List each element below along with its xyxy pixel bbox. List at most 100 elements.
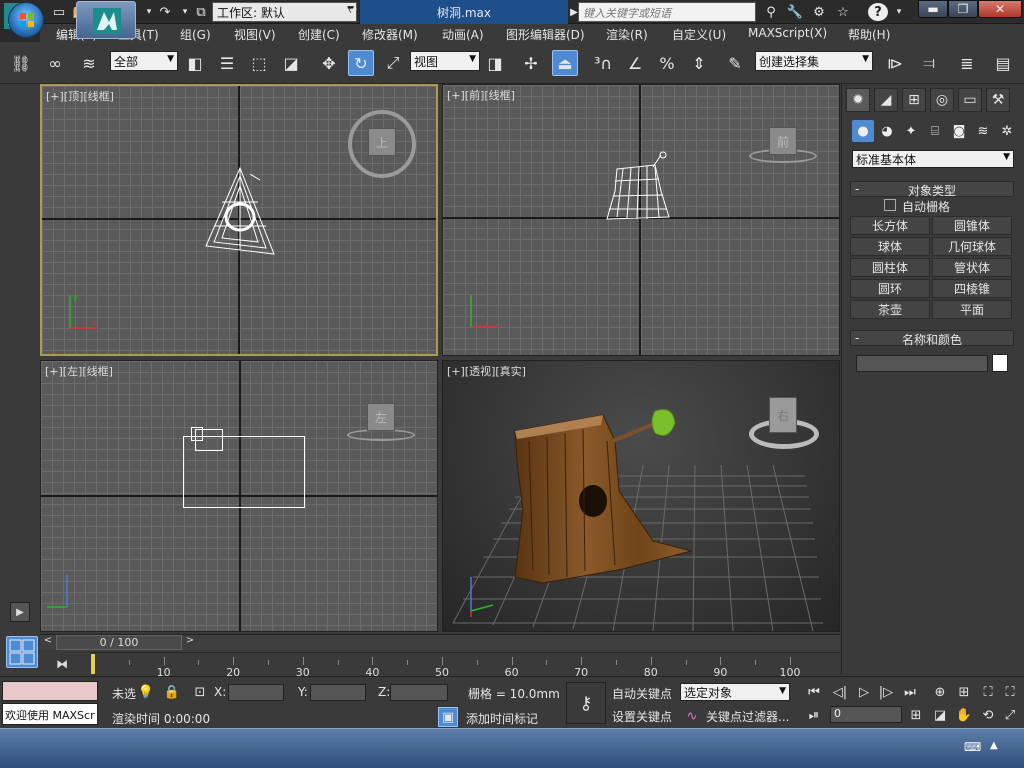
plane-button[interactable]: 平面 bbox=[932, 300, 1012, 319]
play-icon[interactable]: ▷ bbox=[854, 682, 874, 702]
field-of-view-icon[interactable]: ◪ bbox=[930, 705, 950, 725]
zoom-extents-icon[interactable]: ⛶ bbox=[978, 682, 998, 702]
viewport-label[interactable]: [+][前][线框] bbox=[447, 87, 515, 103]
autogrid-checkbox[interactable] bbox=[884, 199, 896, 211]
sphere-button[interactable]: 球体 bbox=[850, 237, 930, 256]
tab-utilities[interactable]: ⚒ bbox=[986, 88, 1010, 112]
menu-graph-editors[interactable]: 图形编辑器(D) bbox=[506, 26, 585, 43]
close-button[interactable]: ✕ bbox=[978, 0, 1022, 18]
viewcube[interactable]: 上 bbox=[368, 128, 396, 156]
menu-modifiers[interactable]: 修改器(M) bbox=[362, 26, 418, 43]
selection-lock-icon[interactable]: 🔒 bbox=[162, 682, 182, 702]
key-mode-toggle-icon[interactable]: ⏯ bbox=[804, 705, 824, 725]
primitive-type-select[interactable]: 标准基本体 ▼ bbox=[852, 150, 1014, 168]
tube-button[interactable]: 管状体 bbox=[932, 258, 1012, 277]
unlink-icon[interactable]: ∞ bbox=[42, 50, 68, 76]
keyboard-icon[interactable]: ⌨ bbox=[964, 740, 982, 754]
viewport-layout-icon[interactable] bbox=[6, 636, 38, 668]
mini-curve-editor-icon[interactable]: ⧓ bbox=[50, 654, 74, 674]
zoom-icon[interactable]: ⊕ bbox=[930, 682, 950, 702]
previous-frame-icon[interactable]: ◁| bbox=[830, 682, 850, 702]
snaps-toggle-icon[interactable]: ³∩ bbox=[590, 50, 616, 76]
select-rotate-icon[interactable]: ↻ bbox=[348, 50, 374, 76]
help-dropdown-icon[interactable]: ▾ bbox=[890, 3, 908, 21]
tab-hierarchy[interactable]: ⊞ bbox=[902, 88, 926, 112]
viewcube[interactable]: 左 bbox=[367, 403, 395, 431]
pivot-center-icon[interactable]: ◨ bbox=[482, 50, 508, 76]
pyramid-button[interactable]: 四棱锥 bbox=[932, 279, 1012, 298]
time-tag-icon[interactable]: ▣ bbox=[438, 707, 458, 727]
name-color-rollout-header[interactable]: - 名称和颜色 bbox=[850, 330, 1014, 347]
go-to-start-icon[interactable]: ⏮ bbox=[804, 682, 824, 702]
current-frame-marker[interactable] bbox=[90, 653, 96, 675]
menu-animation[interactable]: 动画(A) bbox=[442, 26, 484, 43]
box-button[interactable]: 长方体 bbox=[850, 216, 930, 235]
percent-snap-icon[interactable]: % bbox=[654, 50, 680, 76]
cameras-category-icon[interactable]: ⌸ bbox=[924, 120, 946, 142]
menu-views[interactable]: 视图(V) bbox=[234, 26, 276, 43]
geosphere-button[interactable]: 几何球体 bbox=[932, 237, 1012, 256]
reference-coord-select[interactable]: 视图 ▼ bbox=[410, 51, 480, 71]
isolate-selection-icon[interactable]: 💡 bbox=[136, 682, 156, 702]
tab-motion[interactable]: ◎ bbox=[930, 88, 954, 112]
minimize-button[interactable]: ▬ bbox=[918, 0, 948, 18]
select-by-name-icon[interactable]: ☰ bbox=[214, 50, 240, 76]
object-color-swatch[interactable] bbox=[992, 354, 1008, 372]
absolute-mode-icon[interactable]: ⊡ bbox=[190, 682, 210, 702]
edit-named-selection-icon[interactable]: ✎ bbox=[722, 50, 748, 76]
rectangular-selection-icon[interactable]: ⬚ bbox=[246, 50, 272, 76]
tab-modify[interactable]: ◢ bbox=[874, 88, 898, 112]
set-key-icon[interactable]: ⚷ bbox=[566, 682, 606, 724]
layer-manager-icon[interactable]: ≣ bbox=[954, 50, 980, 76]
systems-category-icon[interactable]: ✲ bbox=[996, 120, 1018, 142]
menu-create[interactable]: 创建(C) bbox=[298, 26, 340, 43]
maxscript-listener-pink[interactable] bbox=[2, 681, 98, 701]
taskbar-3dsmax[interactable] bbox=[76, 1, 136, 39]
key-filters-button[interactable]: 关键点过滤器... bbox=[706, 708, 789, 725]
bind-space-warp-icon[interactable]: ≋ bbox=[76, 50, 102, 76]
menu-maxscript[interactable]: MAXScript(X) bbox=[748, 26, 827, 40]
pan-view-icon[interactable]: ✋ bbox=[954, 705, 974, 725]
maximize-viewport-icon[interactable]: ⤢ bbox=[1000, 705, 1020, 725]
y-coord-input[interactable] bbox=[310, 684, 366, 701]
maxscript-listener[interactable]: 欢迎使用 MAXScr bbox=[2, 703, 98, 725]
object-name-input[interactable] bbox=[856, 355, 988, 372]
maximize-button[interactable]: ❐ bbox=[948, 0, 978, 18]
mirror-icon[interactable]: ⧐ bbox=[882, 50, 908, 76]
viewport-label[interactable]: [+][左][线框] bbox=[45, 363, 113, 379]
z-coord-input[interactable] bbox=[390, 684, 448, 701]
time-config-icon[interactable]: ⊞ bbox=[906, 705, 926, 725]
start-button[interactable] bbox=[8, 2, 44, 38]
menu-help[interactable]: 帮助(H) bbox=[848, 26, 890, 43]
current-frame-input[interactable]: 0 bbox=[830, 706, 902, 723]
menu-group[interactable]: 组(G) bbox=[180, 26, 211, 43]
viewport-label[interactable]: [+][顶][线框] bbox=[46, 88, 114, 104]
time-slider[interactable]: 0 / 100 < > bbox=[40, 634, 840, 650]
selection-filter-select[interactable]: 全部 ▼ bbox=[110, 51, 178, 71]
new-file-icon[interactable]: ▭ bbox=[50, 3, 68, 21]
graphite-tools-icon[interactable]: ▤ bbox=[990, 50, 1016, 76]
named-selection-select[interactable]: 创建选择集 ▼ bbox=[755, 51, 873, 71]
cone-button[interactable]: 圆锥体 bbox=[932, 216, 1012, 235]
key-mode-select[interactable]: 选定对象 ▼ bbox=[680, 683, 790, 701]
viewport-label[interactable]: [+][透视][真实] bbox=[447, 363, 526, 379]
viewcube[interactable]: 前 bbox=[769, 127, 797, 155]
lights-category-icon[interactable]: ✦ bbox=[900, 120, 922, 142]
align-icon[interactable]: ⫤ bbox=[916, 50, 942, 76]
helpers-category-icon[interactable]: ◙ bbox=[948, 120, 970, 142]
viewport-perspective[interactable]: [+][透视][真实] 右 bbox=[442, 360, 840, 632]
redo-icon[interactable]: ↷ bbox=[156, 3, 174, 21]
teapot-button[interactable]: 茶壶 bbox=[850, 300, 930, 319]
shapes-category-icon[interactable]: ◕ bbox=[876, 120, 898, 142]
cylinder-button[interactable]: 圆柱体 bbox=[850, 258, 930, 277]
select-move-icon[interactable]: ✥ bbox=[316, 50, 342, 76]
object-type-rollout-header[interactable]: - 对象类型 bbox=[850, 181, 1014, 198]
workspace-select[interactable]: 工作区: 默认 ▼ bbox=[212, 2, 357, 22]
tab-create[interactable]: ✹ bbox=[846, 88, 870, 112]
space-warps-category-icon[interactable]: ≋ bbox=[972, 120, 994, 142]
viewport-top[interactable]: [+][顶][线框] 上 y x bbox=[40, 84, 438, 356]
viewcube[interactable]: 右 bbox=[769, 397, 797, 433]
search-input[interactable]: 键入关键字或短语 bbox=[578, 2, 756, 22]
slider-prev-icon[interactable]: < bbox=[40, 635, 56, 650]
link-icon[interactable]: ⛓ bbox=[8, 50, 34, 76]
